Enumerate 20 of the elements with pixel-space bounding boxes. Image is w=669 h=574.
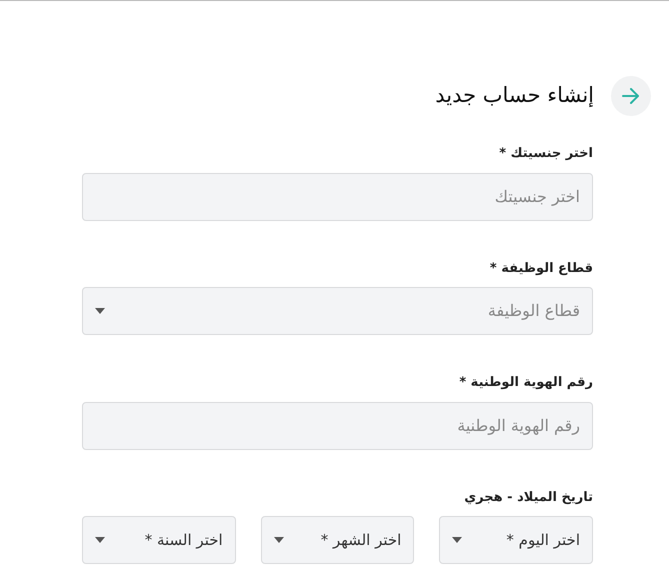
field-label: تاريخ الميلاد - هجري (464, 488, 593, 506)
field-label: رقم الهوية الوطنية * (459, 374, 593, 392)
back-button[interactable] (611, 76, 651, 116)
dropdown[interactable]: اختر السنة * (82, 516, 236, 564)
field-label: قطاع الوظيفة * (490, 260, 593, 278)
dropdown[interactable]: اختر اليوم * (439, 516, 593, 564)
dropdown-placeholder: اختر اليوم * (506, 530, 580, 551)
dropdown-placeholder: اختر السنة * (144, 530, 223, 551)
dropdown-placeholder: قطاع الوظيفة (488, 300, 580, 322)
input-field[interactable]: رقم الهوية الوطنية (82, 402, 593, 450)
arrow-right-icon (622, 88, 640, 104)
caret-icon (94, 537, 105, 543)
dropdown-placeholder: اختر الشهر * (320, 530, 402, 551)
caret-icon (274, 537, 284, 543)
field-label: اختر جنسيتك * (499, 145, 593, 163)
input-field[interactable]: اختر جنسيتك (82, 172, 593, 220)
caret-icon (452, 537, 462, 543)
caret-icon (95, 308, 105, 314)
page-title: إنشاء حساب جديد (435, 82, 594, 110)
dropdown[interactable]: اختر الشهر * (260, 516, 414, 564)
